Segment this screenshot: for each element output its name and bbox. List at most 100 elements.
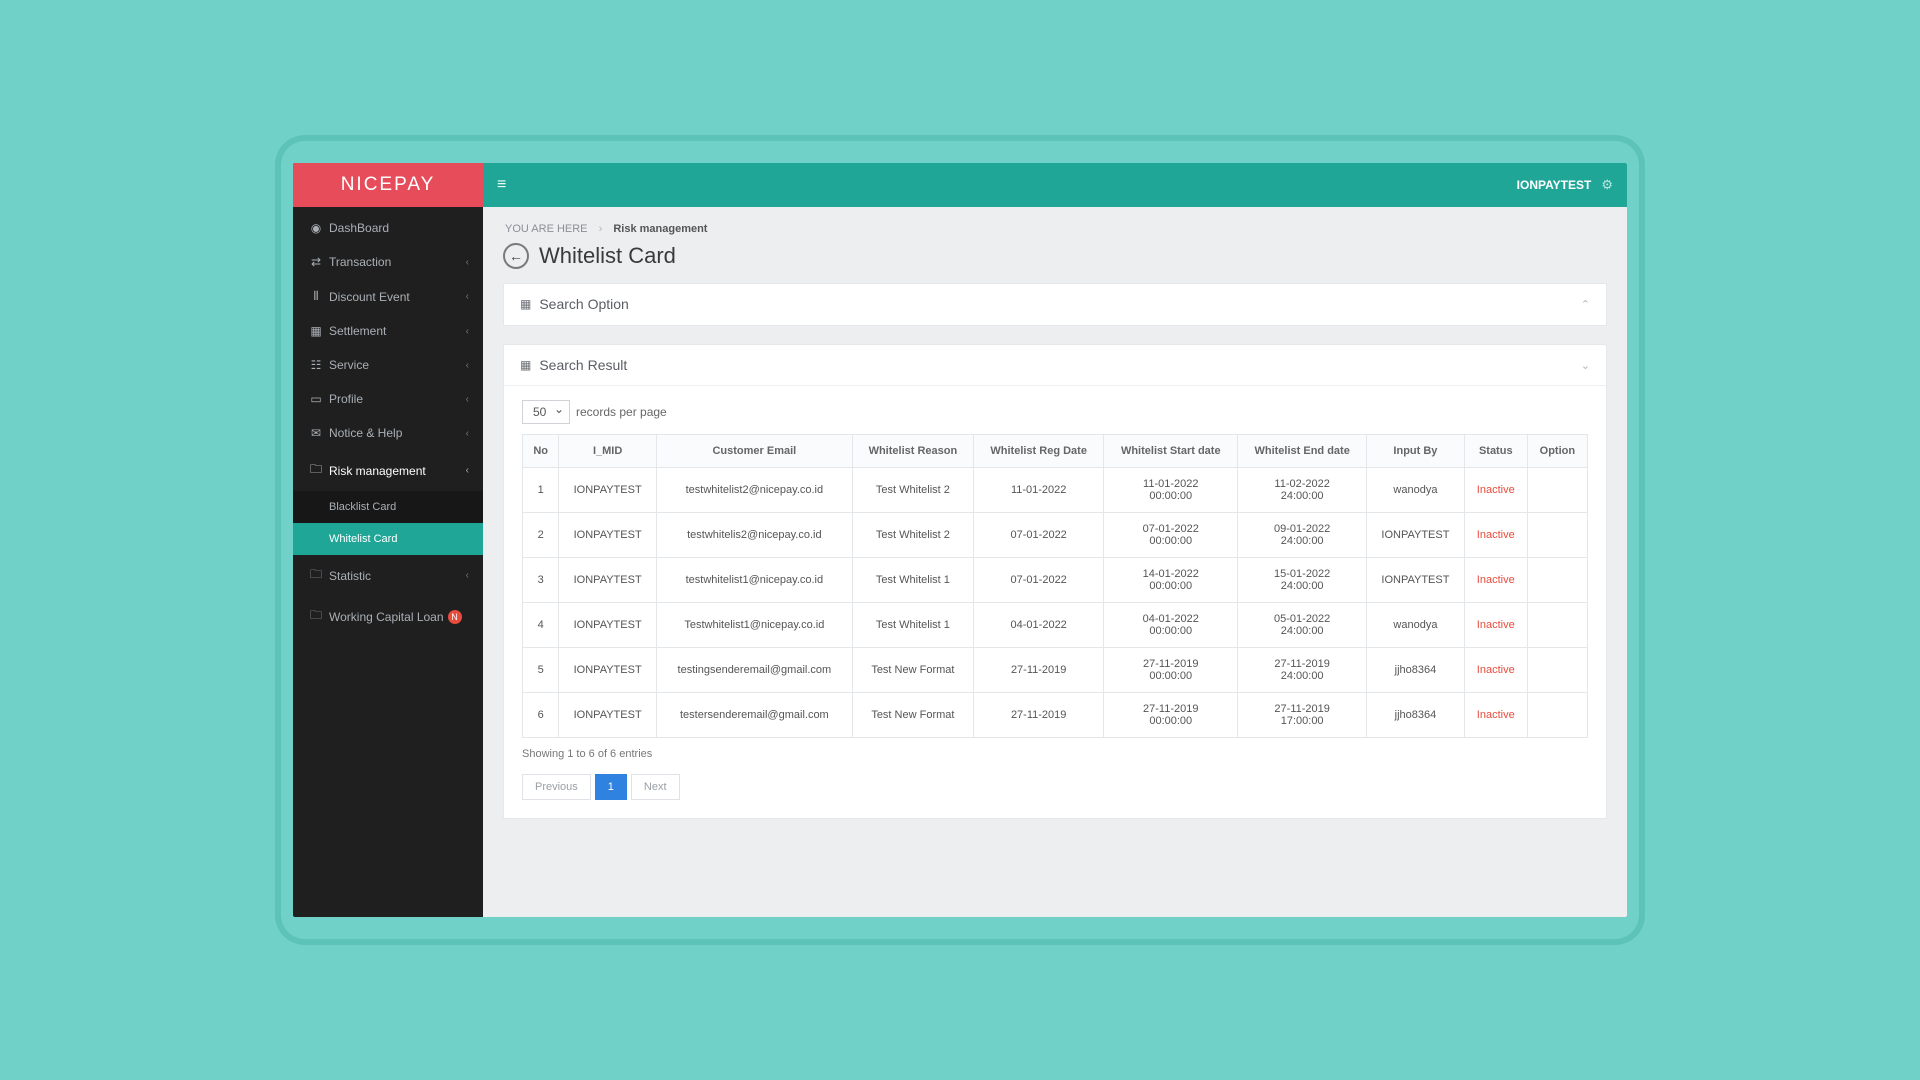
chevron-right-icon: › bbox=[599, 223, 603, 235]
table-cell: Test Whitelist 1 bbox=[852, 558, 973, 603]
breadcrumb-label: YOU ARE HERE bbox=[505, 223, 588, 235]
table-cell: 11-01-2022 00:00:00 bbox=[1104, 468, 1238, 513]
menu-toggle-icon[interactable]: ≡ bbox=[497, 176, 506, 194]
table-cell: testwhitelis2@nicepay.co.id bbox=[656, 513, 852, 558]
table-cell: 04-01-2022 00:00:00 bbox=[1104, 603, 1238, 648]
nav-discount-event[interactable]: ⫴ Discount Event ‹ bbox=[293, 279, 483, 314]
col-mid[interactable]: I_MID bbox=[559, 435, 657, 468]
nav-blacklist-card[interactable]: Blacklist Card bbox=[293, 491, 483, 523]
nav-settlement[interactable]: ▦ Settlement ‹ bbox=[293, 314, 483, 348]
table-cell: Test Whitelist 2 bbox=[852, 513, 973, 558]
table-cell bbox=[1527, 693, 1587, 738]
table-cell bbox=[1527, 513, 1587, 558]
col-email[interactable]: Customer Email bbox=[656, 435, 852, 468]
grid-icon: ▦ bbox=[520, 297, 531, 311]
table-cell bbox=[1527, 558, 1587, 603]
nav-service[interactable]: ☷ Service ‹ bbox=[293, 348, 483, 382]
arrow-left-icon: ← bbox=[509, 248, 523, 264]
comment-icon: ✉ bbox=[307, 426, 325, 440]
nav-profile[interactable]: ▭ Profile ‹ bbox=[293, 382, 483, 416]
nav-label: Transaction bbox=[329, 255, 391, 269]
chevron-left-icon: ‹ bbox=[466, 360, 469, 371]
table-cell: 11-01-2022 bbox=[974, 468, 1104, 513]
nav-dashboard[interactable]: ◉ DashBoard bbox=[293, 211, 483, 245]
page-title: Whitelist Card bbox=[539, 243, 676, 269]
user-name[interactable]: IONPAYTEST bbox=[1517, 178, 1592, 192]
chevron-left-icon: ‹ bbox=[466, 291, 469, 302]
panel-title: Search Result bbox=[539, 357, 627, 373]
nav-risk-submenu: Blacklist Card Whitelist Card bbox=[293, 491, 483, 555]
table-cell: jjho8364 bbox=[1367, 693, 1465, 738]
panel-header-search-option[interactable]: ▦ Search Option ⌃ bbox=[504, 284, 1606, 325]
col-option[interactable]: Option bbox=[1527, 435, 1587, 468]
nav-risk-management[interactable]: 🗀 Risk management ‹ bbox=[293, 450, 483, 491]
nav-whitelist-card[interactable]: Whitelist Card bbox=[293, 523, 483, 555]
users-icon: ☷ bbox=[307, 358, 325, 372]
table-cell: Testwhitelist1@nicepay.co.id bbox=[656, 603, 852, 648]
calendar-icon: ▦ bbox=[307, 324, 325, 338]
table-cell: 6 bbox=[523, 693, 559, 738]
back-button[interactable]: ← bbox=[503, 243, 529, 269]
nav-label: Notice & Help bbox=[329, 426, 402, 440]
gear-icon[interactable]: ⚙ bbox=[1601, 177, 1613, 193]
panel-header-search-result[interactable]: ▦ Search Result ⌄ bbox=[504, 345, 1606, 386]
per-page-select[interactable]: 50 bbox=[522, 400, 570, 424]
table-cell: 07-01-2022 00:00:00 bbox=[1104, 513, 1238, 558]
table-cell: 04-01-2022 bbox=[974, 603, 1104, 648]
table-cell: Inactive bbox=[1464, 603, 1527, 648]
col-end-date[interactable]: Whitelist End date bbox=[1238, 435, 1367, 468]
table-cell: 11-02-2022 24:00:00 bbox=[1238, 468, 1367, 513]
nav-label: Discount Event bbox=[329, 290, 410, 304]
table-cell: Inactive bbox=[1464, 648, 1527, 693]
table-cell bbox=[1527, 648, 1587, 693]
table-cell: 05-01-2022 24:00:00 bbox=[1238, 603, 1367, 648]
nav-transaction[interactable]: ⇄ Transaction ‹ bbox=[293, 245, 483, 279]
table-cell: testwhitelist1@nicepay.co.id bbox=[656, 558, 852, 603]
col-reg-date[interactable]: Whitelist Reg Date bbox=[974, 435, 1104, 468]
nav: ◉ DashBoard ⇄ Transaction ‹ ⫴ Discount E… bbox=[293, 207, 483, 917]
collapse-icon[interactable]: ⌃ bbox=[1581, 298, 1590, 311]
table-row: 4IONPAYTESTTestwhitelist1@nicepay.co.idT… bbox=[523, 603, 1588, 648]
table-cell: 07-01-2022 bbox=[974, 513, 1104, 558]
device-frame: NICEPAY ◉ DashBoard ⇄ Transaction ‹ ⫴ Di… bbox=[275, 135, 1645, 945]
folder-icon: 🗀 bbox=[307, 606, 325, 627]
table-cell: jjho8364 bbox=[1367, 648, 1465, 693]
nav-working-capital-loan[interactable]: 🗀 Working Capital Loan N bbox=[293, 596, 483, 637]
table-cell: 2 bbox=[523, 513, 559, 558]
table-cell: IONPAYTEST bbox=[559, 513, 657, 558]
col-start-date[interactable]: Whitelist Start date bbox=[1104, 435, 1238, 468]
pager-next[interactable]: Next bbox=[631, 774, 680, 800]
table-row: 3IONPAYTESTtestwhitelist1@nicepay.co.idT… bbox=[523, 558, 1588, 603]
table-cell: Inactive bbox=[1464, 693, 1527, 738]
col-input-by[interactable]: Input By bbox=[1367, 435, 1465, 468]
col-status[interactable]: Status bbox=[1464, 435, 1527, 468]
table-header-row: No I_MID Customer Email Whitelist Reason… bbox=[523, 435, 1588, 468]
chevron-left-icon: ‹ bbox=[466, 257, 469, 268]
nav-statistic[interactable]: 🗀 Statistic ‹ bbox=[293, 555, 483, 596]
table-cell: IONPAYTEST bbox=[1367, 558, 1465, 603]
nav-label: Profile bbox=[329, 392, 363, 406]
brand-logo[interactable]: NICEPAY bbox=[293, 163, 483, 207]
table-footer: Showing 1 to 6 of 6 entries bbox=[522, 748, 1588, 760]
table-cell: testingsenderemail@gmail.com bbox=[656, 648, 852, 693]
panel-search-option: ▦ Search Option ⌃ bbox=[503, 283, 1607, 326]
sidebar: NICEPAY ◉ DashBoard ⇄ Transaction ‹ ⫴ Di… bbox=[293, 163, 483, 917]
chart-icon: ⫴ bbox=[307, 289, 325, 304]
table-cell: 4 bbox=[523, 603, 559, 648]
pager-page-1[interactable]: 1 bbox=[595, 774, 627, 800]
breadcrumb-current: Risk management bbox=[613, 223, 707, 235]
expand-icon[interactable]: ⌄ bbox=[1581, 359, 1590, 372]
col-no[interactable]: No bbox=[523, 435, 559, 468]
monitor-icon: ▭ bbox=[307, 392, 325, 406]
new-badge: N bbox=[448, 610, 462, 624]
pager-prev[interactable]: Previous bbox=[522, 774, 591, 800]
table-controls: 50 records per page bbox=[522, 400, 1588, 424]
table-cell: 14-01-2022 00:00:00 bbox=[1104, 558, 1238, 603]
table-cell: Test Whitelist 2 bbox=[852, 468, 973, 513]
nav-notice-help[interactable]: ✉ Notice & Help ‹ bbox=[293, 416, 483, 450]
col-reason[interactable]: Whitelist Reason bbox=[852, 435, 973, 468]
chevron-left-icon: ‹ bbox=[466, 394, 469, 405]
panel-search-result: ▦ Search Result ⌄ 50 records per page bbox=[503, 344, 1607, 819]
table-cell: 09-01-2022 24:00:00 bbox=[1238, 513, 1367, 558]
pager: Previous 1 Next bbox=[522, 774, 1588, 800]
